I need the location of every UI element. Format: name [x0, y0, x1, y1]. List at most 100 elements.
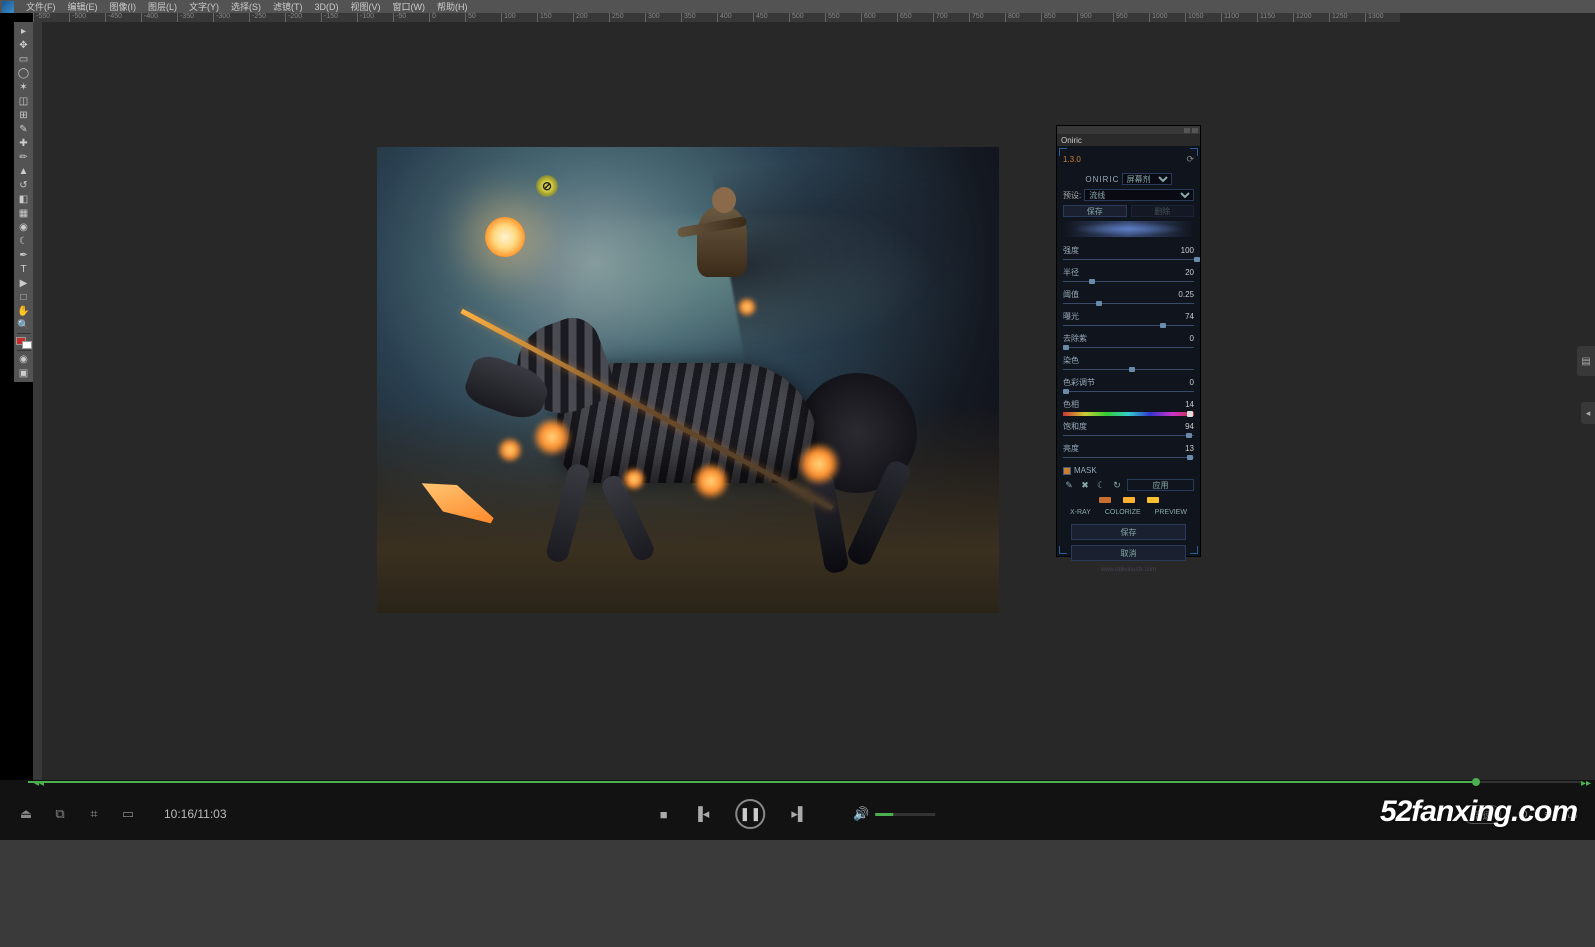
- brush-tool[interactable]: ✏: [15, 150, 32, 164]
- mask-erase-icon[interactable]: ✖: [1079, 479, 1091, 491]
- clone-stamp-tool[interactable]: ▲: [15, 164, 32, 178]
- flare-preview: [1063, 221, 1194, 237]
- menu-type[interactable]: 文字(Y): [183, 0, 225, 13]
- quick-mask-icon[interactable]: ◉: [15, 352, 32, 366]
- save-button[interactable]: 保存: [1071, 524, 1186, 540]
- mask-moon-icon[interactable]: ☾: [1095, 479, 1107, 491]
- mode-colorize[interactable]: COLORIZE: [1105, 509, 1141, 516]
- close-icon[interactable]: [1192, 128, 1198, 133]
- credit-text: www.obliviousfx.com: [1063, 567, 1194, 573]
- hand-tool[interactable]: ✋: [15, 304, 32, 318]
- move-tool[interactable]: ✥: [15, 38, 32, 52]
- mask-rotate-icon[interactable]: ↻: [1111, 479, 1123, 491]
- bottom-area: [0, 840, 1595, 947]
- menu-help[interactable]: 帮助(H): [431, 0, 474, 13]
- menu-file[interactable]: 文件(F): [20, 0, 62, 13]
- menu-filter[interactable]: 滤镜(T): [267, 0, 309, 13]
- color-swatch-item[interactable]: [1099, 497, 1111, 503]
- frame-tool[interactable]: ⊞: [15, 108, 32, 122]
- menu-layer[interactable]: 图层(L): [142, 0, 183, 13]
- slider-track[interactable]: [1063, 346, 1194, 350]
- artwork-canvas[interactable]: [377, 147, 999, 613]
- lasso-tool[interactable]: ◯: [15, 66, 32, 80]
- mask-brush-icon[interactable]: ✎: [1063, 479, 1075, 491]
- pip-icon[interactable]: ▭: [120, 806, 136, 822]
- volume-slider[interactable]: [875, 813, 935, 816]
- mask-label: MASK: [1074, 466, 1097, 475]
- window-mode-icon[interactable]: ⧉: [52, 806, 68, 822]
- app-logo-icon: [2, 1, 14, 13]
- version-label: 1.3.0: [1063, 155, 1081, 164]
- slider-track[interactable]: [1063, 368, 1194, 372]
- gradient-tool[interactable]: ▦: [15, 206, 32, 220]
- dodge-tool[interactable]: ☾: [15, 234, 32, 248]
- slider-value: 14: [1185, 400, 1194, 409]
- stop-icon[interactable]: ■: [660, 807, 668, 822]
- preset-delete-button[interactable]: 删除: [1131, 205, 1195, 217]
- healing-brush-tool[interactable]: ✚: [15, 136, 32, 150]
- magic-wand-tool[interactable]: ✶: [15, 80, 32, 94]
- rewind-fwd-icon[interactable]: ▸▸: [1581, 778, 1591, 789]
- mask-checkbox[interactable]: [1063, 467, 1071, 475]
- pen-tool[interactable]: ✒: [15, 248, 32, 262]
- screen-mode-icon[interactable]: ▣: [15, 366, 32, 380]
- menu-3d[interactable]: 3D(D): [309, 2, 345, 12]
- eyedropper-tool[interactable]: ✎: [15, 122, 32, 136]
- slider-label: 色彩调节: [1063, 377, 1095, 388]
- menu-edit[interactable]: 编辑(E): [62, 0, 104, 13]
- slider-value: 0: [1190, 378, 1194, 387]
- slider-track[interactable]: [1063, 258, 1194, 262]
- slider-value: 13: [1185, 444, 1194, 453]
- dock-tab-collapse-icon[interactable]: ◂: [1581, 402, 1595, 424]
- path-select-tool[interactable]: ▶: [15, 276, 32, 290]
- watermark-text: 52fanxing.com: [1380, 795, 1577, 829]
- mask-apply-button[interactable]: 应用: [1127, 479, 1194, 491]
- eraser-tool[interactable]: ◧: [15, 192, 32, 206]
- next-icon[interactable]: ▸▌: [791, 806, 807, 822]
- crop-tool[interactable]: ◫: [15, 94, 32, 108]
- panel-tab[interactable]: Oniric: [1057, 134, 1200, 146]
- slider-track[interactable]: [1063, 280, 1194, 284]
- menu-select[interactable]: 选择(S): [225, 0, 267, 13]
- color-swatch-item[interactable]: [1123, 497, 1135, 503]
- menu-window[interactable]: 窗口(W): [387, 0, 432, 13]
- menu-view[interactable]: 视图(V): [345, 0, 387, 13]
- slider-track[interactable]: [1063, 456, 1194, 460]
- preset-save-button[interactable]: 保存: [1063, 205, 1127, 217]
- volume-icon[interactable]: 🔊: [853, 806, 869, 822]
- cursor-not-allowed-icon: [536, 175, 558, 197]
- flare-type-select[interactable]: 屏幕剂: [1122, 173, 1172, 185]
- menu-image[interactable]: 图像(I): [104, 0, 143, 13]
- zoom-tool[interactable]: 🔍: [15, 318, 32, 332]
- eject-icon[interactable]: ⏏: [18, 806, 34, 822]
- panel-titlebar[interactable]: [1057, 126, 1200, 134]
- color-swatch[interactable]: [16, 337, 32, 349]
- two-window-icon[interactable]: ▸: [15, 24, 32, 38]
- slider-track[interactable]: [1063, 324, 1194, 328]
- type-tool[interactable]: T: [15, 262, 32, 276]
- pause-button[interactable]: ❚❚: [735, 799, 765, 829]
- artboard-tool[interactable]: ▭: [15, 52, 32, 66]
- blur-tool[interactable]: ◉: [15, 220, 32, 234]
- screenshot-icon[interactable]: ⌗: [86, 806, 102, 822]
- slider-track[interactable]: [1063, 390, 1194, 394]
- slider-value: 100: [1181, 246, 1194, 255]
- slider-value: 0.25: [1178, 290, 1194, 299]
- mode-xray[interactable]: X-RAY: [1070, 509, 1091, 516]
- prev-icon[interactable]: ▐◂: [694, 806, 710, 822]
- time-display: 10:16/11:03: [164, 807, 227, 821]
- preset-select[interactable]: 流线: [1084, 189, 1194, 201]
- right-dock: [1400, 13, 1595, 780]
- slider-track[interactable]: [1063, 412, 1194, 416]
- oniric-brand: ONIRIC: [1085, 175, 1119, 184]
- slider-track[interactable]: [1063, 302, 1194, 306]
- mode-preview[interactable]: PREVIEW: [1155, 509, 1187, 516]
- dock-tab-properties-icon[interactable]: ▤: [1577, 346, 1595, 376]
- cancel-button[interactable]: 取消: [1071, 545, 1186, 561]
- minimize-icon[interactable]: [1184, 128, 1190, 133]
- color-swatch-item[interactable]: [1147, 497, 1159, 503]
- shape-tool[interactable]: □: [15, 290, 32, 304]
- progress-bar[interactable]: ◂◂ ▸▸: [28, 780, 1581, 784]
- history-brush-tool[interactable]: ↺: [15, 178, 32, 192]
- slider-track[interactable]: [1063, 434, 1194, 438]
